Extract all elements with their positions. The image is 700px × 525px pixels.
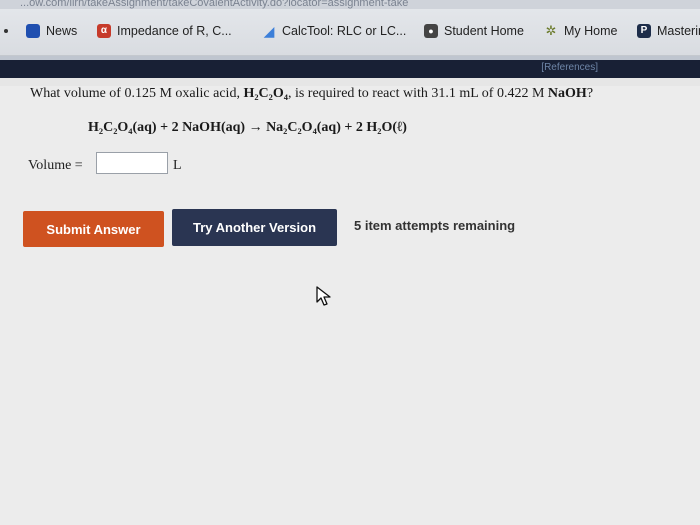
menu-dot-icon — [4, 29, 8, 33]
reaction-equation: H₂C₂O₄(aq) + 2 NaOH(aq) → Na₂C₂O₄(aq) + … — [88, 120, 407, 135]
volume-label: Volume = — [28, 158, 83, 173]
impedance-icon: α — [97, 24, 111, 38]
calctool-icon: ◢ — [263, 23, 275, 39]
bookmark-label: My Home — [564, 24, 618, 38]
question-suffix: ? — [586, 86, 594, 101]
bookmark-label: Masterin — [657, 24, 700, 38]
bookmark-label: News — [46, 24, 78, 38]
bookmark-student-home[interactable]: ● Student Home — [424, 24, 524, 38]
student-home-icon: ● — [424, 24, 438, 38]
bookmark-news[interactable]: News — [26, 24, 77, 38]
try-another-version-button[interactable]: Try Another Version — [172, 209, 337, 246]
attempts-remaining: 5 item attempts remaining — [354, 218, 516, 233]
bookmark-label: CalcTool: RLC or LC... — [282, 24, 407, 38]
question-middle: , is required to react with 31.1 mL of 0… — [287, 86, 548, 101]
mouse-pointer-icon — [316, 286, 331, 306]
bookmark-my-home[interactable]: ✲ My Home — [544, 23, 618, 39]
submit-answer-button[interactable]: Submit Answer — [23, 211, 164, 247]
question-prefix: What volume of 0.125 M oxalic acid, — [30, 86, 244, 101]
question-formula: H₂C₂O₄ — [243, 86, 288, 101]
volume-unit: L — [173, 158, 182, 173]
question-text: What volume of 0.125 M oxalic acid, H₂C₂… — [30, 86, 690, 102]
references-bar: [References] — [0, 56, 700, 78]
bookmark-calctool[interactable]: ◢ CalcTool: RLC or LC... — [262, 23, 407, 39]
references-link[interactable]: [References] — [541, 62, 598, 73]
volume-input[interactable] — [96, 152, 168, 174]
bookmarks-bar: News α Impedance of R, C... ◢ CalcTool: … — [0, 9, 700, 56]
content-top-strip — [0, 78, 700, 86]
bookmark-mastering[interactable]: P Masterin — [637, 24, 700, 38]
bookmark-label: Student Home — [444, 24, 524, 38]
bookmark-impedance[interactable]: α Impedance of R, C... — [97, 24, 232, 38]
question-reagent: NaOH — [547, 86, 587, 101]
my-home-icon: ✲ — [545, 23, 557, 38]
address-bar-fragment: ...ow.com/ilrn/takeAssignment/takeCovale… — [0, 0, 700, 9]
news-icon — [26, 24, 40, 38]
bookmark-label: Impedance of R, C... — [117, 24, 232, 38]
mastering-icon: P — [637, 24, 651, 38]
